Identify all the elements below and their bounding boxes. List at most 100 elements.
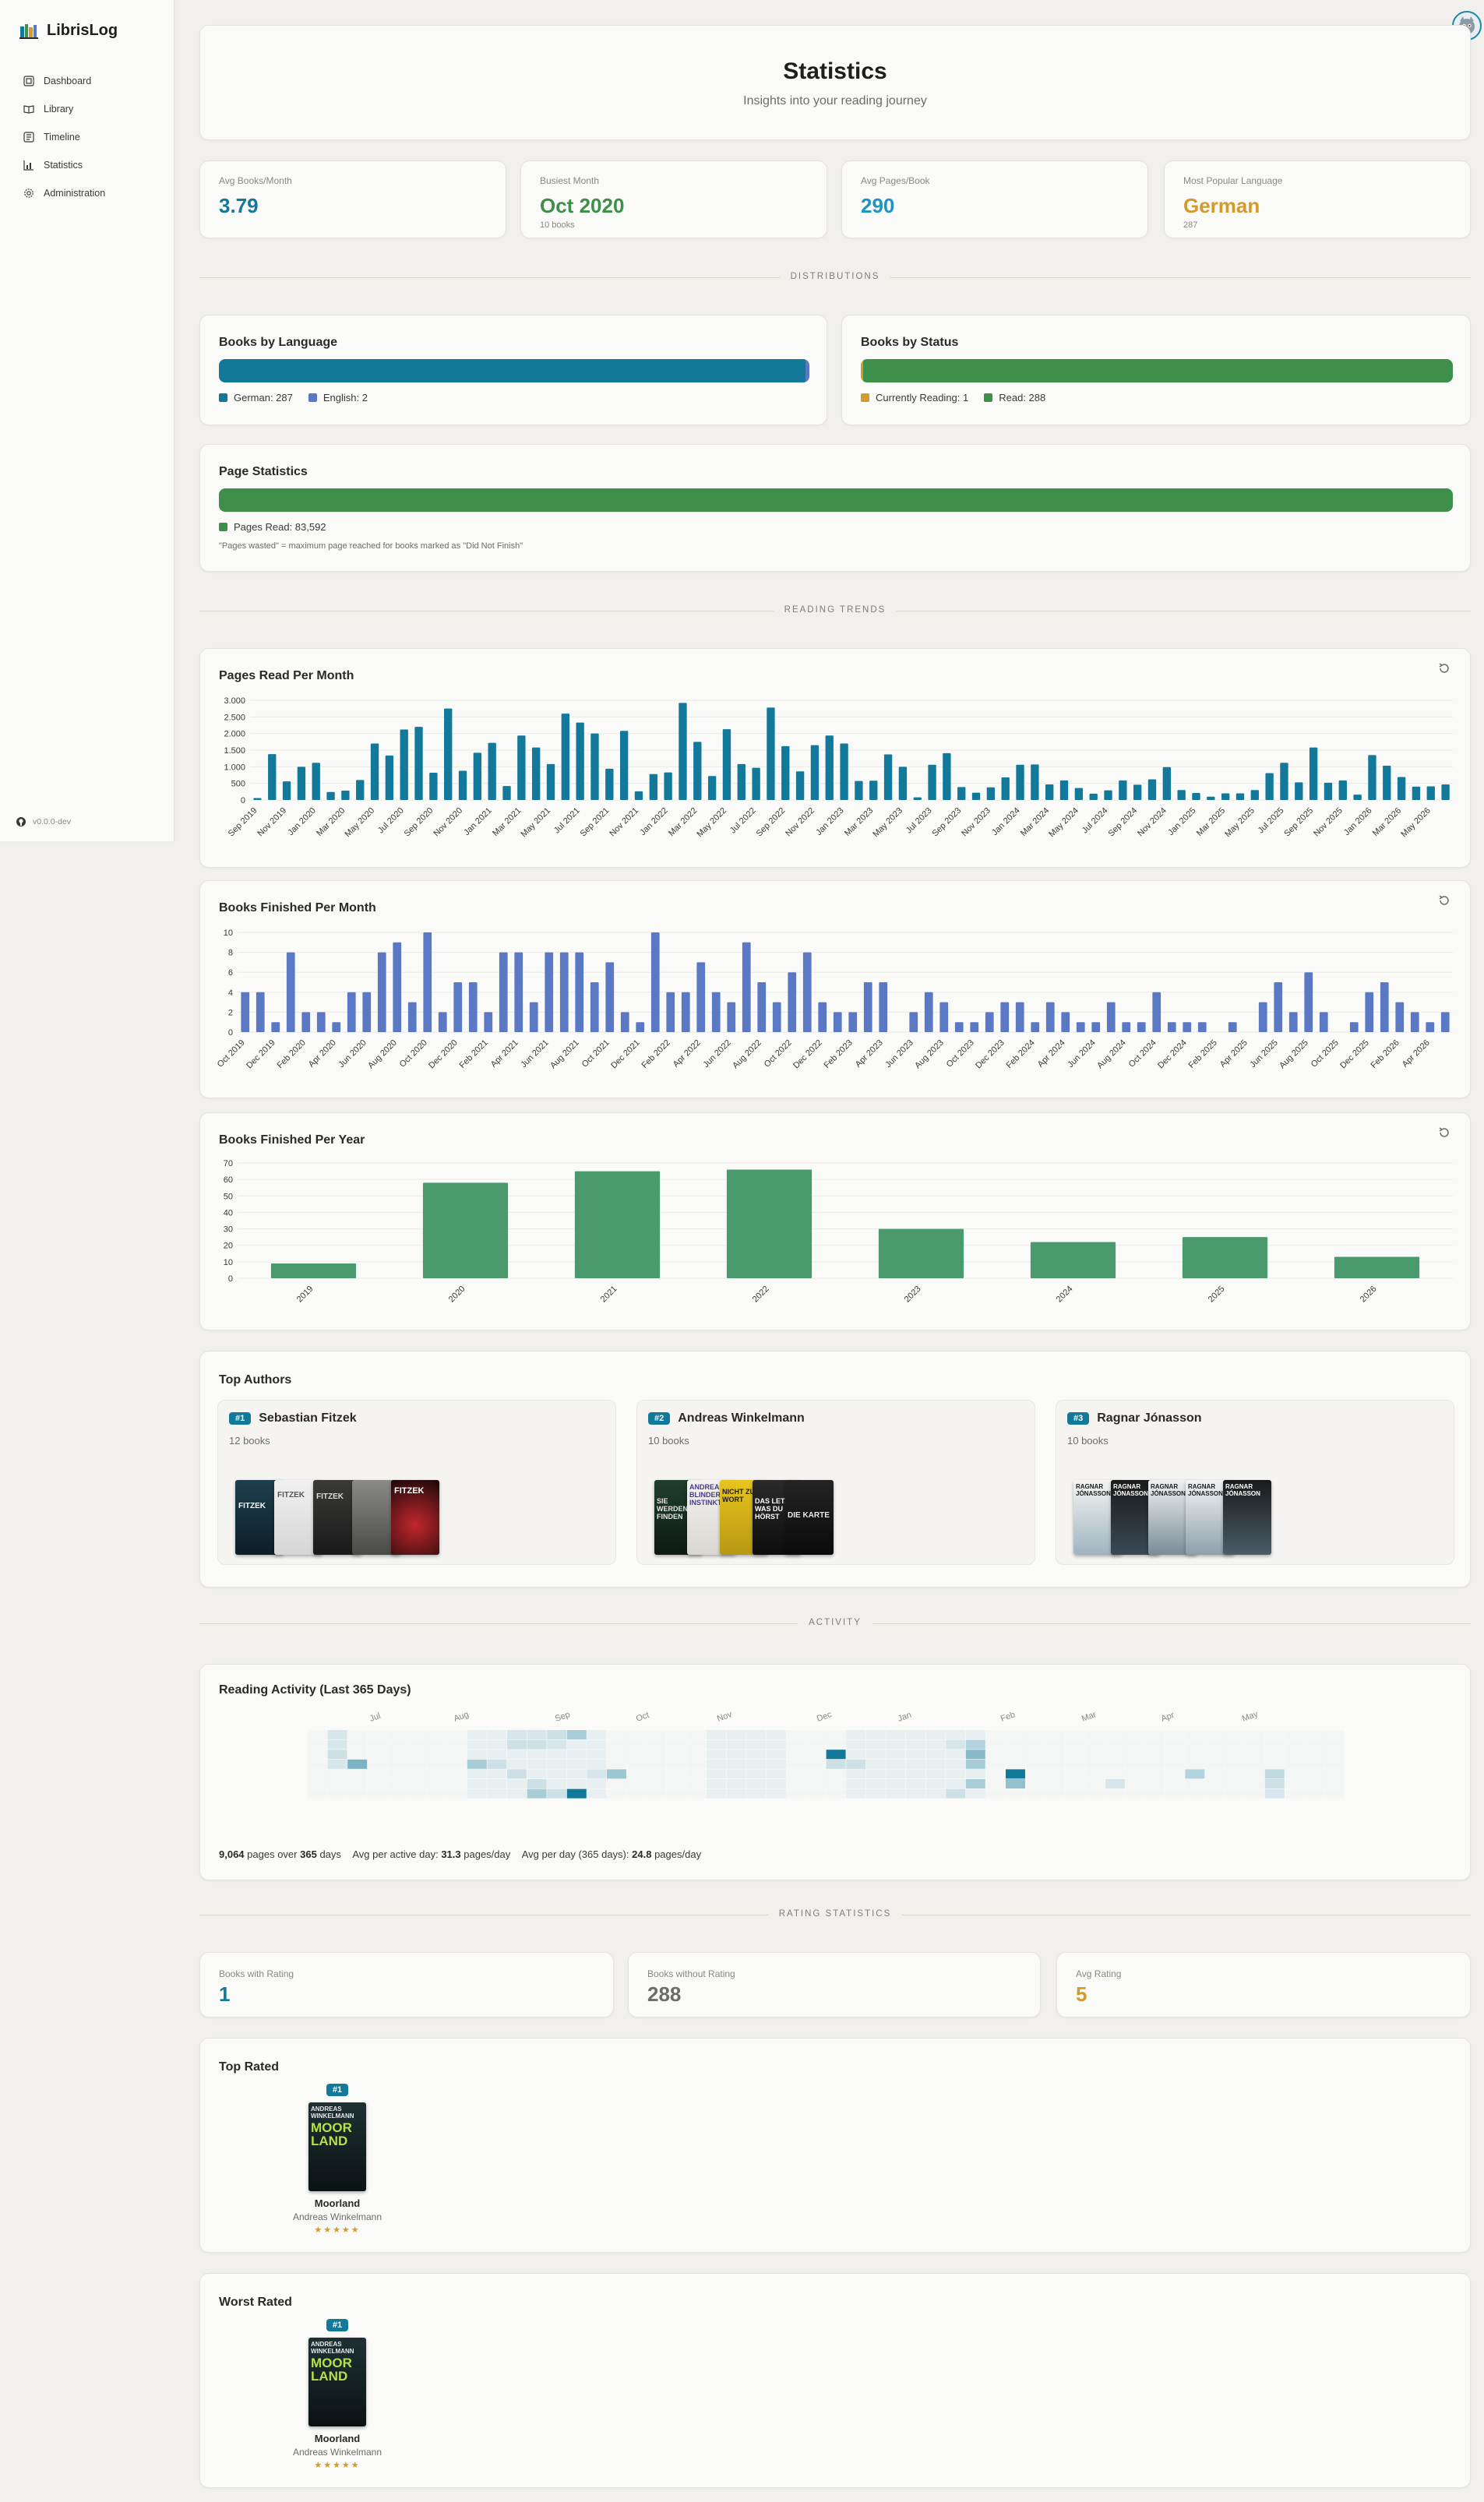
heatmap-cell[interactable] [547,1750,567,1760]
heatmap-cell[interactable] [1066,1740,1085,1750]
heatmap-cell[interactable] [1165,1760,1185,1769]
heatmap-cell[interactable] [1006,1760,1025,1769]
chart-bar[interactable] [1147,779,1157,800]
heatmap-cell[interactable] [1145,1779,1165,1788]
chart-bar[interactable] [517,735,526,800]
heatmap-cell[interactable] [886,1779,906,1788]
heatmap-cell[interactable] [607,1769,626,1779]
heatmap-cell[interactable] [985,1740,1005,1750]
chart-bar[interactable] [1076,1022,1085,1032]
heatmap-cell[interactable] [347,1759,368,1769]
heatmap-cell[interactable] [467,1788,487,1799]
chart-bar[interactable] [986,787,996,800]
heatmap-cell[interactable] [1066,1760,1085,1769]
chart-bar[interactable] [561,714,570,800]
heatmap-cell[interactable] [407,1750,427,1759]
heatmap-cell[interactable] [1165,1769,1185,1778]
heatmap-cell[interactable] [1245,1789,1264,1799]
sidebar-item-library[interactable]: Library [23,95,174,123]
chart-bar[interactable] [1288,1012,1298,1032]
chart-bar[interactable] [788,972,797,1032]
heatmap-cell[interactable] [428,1789,447,1799]
heatmap-cell[interactable] [1185,1730,1204,1739]
heatmap-cell[interactable] [407,1730,427,1739]
pages-read-bar[interactable] [219,488,1453,512]
chart-bar[interactable] [1000,1002,1010,1032]
heatmap-cell[interactable] [487,1769,507,1779]
chart-bar[interactable] [1089,793,1098,800]
heatmap-cell[interactable] [1245,1760,1264,1769]
heatmap-cell[interactable] [407,1789,427,1799]
heatmap-cell[interactable] [865,1730,886,1739]
chart-bar[interactable] [545,952,554,1032]
heatmap-cell[interactable] [746,1788,767,1799]
heatmap-cell[interactable] [865,1779,886,1788]
heatmap-cell[interactable] [347,1789,367,1799]
heatmap-cell[interactable] [726,1788,746,1799]
heatmap-cell[interactable] [1085,1789,1105,1799]
chart-bar[interactable] [1258,1002,1267,1032]
chart-bar[interactable] [1031,1022,1040,1032]
heatmap-cell[interactable] [487,1730,507,1739]
heatmap-cell[interactable] [308,1779,327,1788]
heatmap-cell[interactable] [566,1750,587,1760]
chart-bar[interactable] [341,791,350,800]
heatmap-cell[interactable] [806,1750,826,1759]
heatmap-cell[interactable] [308,1789,327,1799]
heatmap-cell[interactable] [1205,1760,1225,1769]
heatmap-cell[interactable] [985,1730,1005,1739]
heatmap-cell[interactable] [786,1730,805,1739]
heatmap-cell[interactable] [686,1740,706,1750]
sidebar-item-dashboard[interactable]: Dashboard [23,67,174,95]
heatmap-cell[interactable] [1245,1779,1264,1788]
heatmap-cell[interactable] [547,1779,567,1788]
heatmap-cell[interactable] [1066,1789,1085,1799]
chart-bar[interactable] [924,992,933,1032]
heatmap-cell[interactable] [667,1730,686,1739]
heatmap-cell[interactable] [647,1760,666,1769]
heatmap-cell[interactable] [327,1759,347,1769]
chart-bar[interactable] [913,797,922,800]
chart-bar[interactable] [1324,782,1333,800]
heatmap-cell[interactable] [1085,1769,1105,1778]
heatmap-cell[interactable] [667,1750,686,1759]
heatmap-cell[interactable] [886,1730,906,1739]
chart-bar[interactable] [458,770,467,800]
chart-bar[interactable] [693,742,702,800]
chart-bar[interactable] [878,1228,964,1278]
heatmap-cell[interactable] [1285,1750,1304,1759]
language-bar-german[interactable] [219,359,805,382]
heatmap-cell[interactable] [886,1759,906,1769]
heatmap-cell[interactable] [906,1788,925,1799]
heatmap-cell[interactable] [328,1769,347,1778]
chart-bar[interactable] [879,982,888,1032]
heatmap-cell[interactable] [1325,1779,1345,1788]
sidebar-item-statistics[interactable]: Statistics [23,151,174,179]
chart-bar[interactable] [939,1002,949,1032]
chart-bar[interactable] [362,992,372,1032]
heatmap-cell[interactable] [627,1789,647,1799]
heatmap-cell[interactable] [627,1730,647,1739]
heatmap-cell[interactable] [925,1739,946,1750]
heatmap-cell[interactable] [886,1788,906,1799]
heatmap-cell[interactable] [1264,1769,1285,1779]
heatmap-cell[interactable] [527,1769,547,1779]
heatmap-cell[interactable] [327,1730,347,1739]
heatmap-cell[interactable] [1205,1750,1225,1759]
chart-bar[interactable] [393,942,402,1032]
heatmap-cell[interactable] [707,1769,726,1779]
heatmap-cell[interactable] [467,1769,487,1779]
chart-bar[interactable] [737,763,746,800]
heatmap-cell[interactable] [487,1739,507,1750]
heatmap-cell[interactable] [886,1739,906,1750]
heatmap-cell[interactable] [806,1740,826,1750]
chart-bar[interactable] [385,755,394,800]
heatmap-cell[interactable] [925,1769,946,1779]
heatmap-cell[interactable] [786,1760,805,1769]
heatmap-cell[interactable] [547,1730,567,1739]
heatmap-cell[interactable] [1105,1740,1125,1750]
chart-bar[interactable] [971,792,981,800]
heatmap-cell[interactable] [547,1769,567,1779]
chart-bar[interactable] [1207,796,1215,800]
heatmap-cell[interactable] [368,1750,387,1759]
